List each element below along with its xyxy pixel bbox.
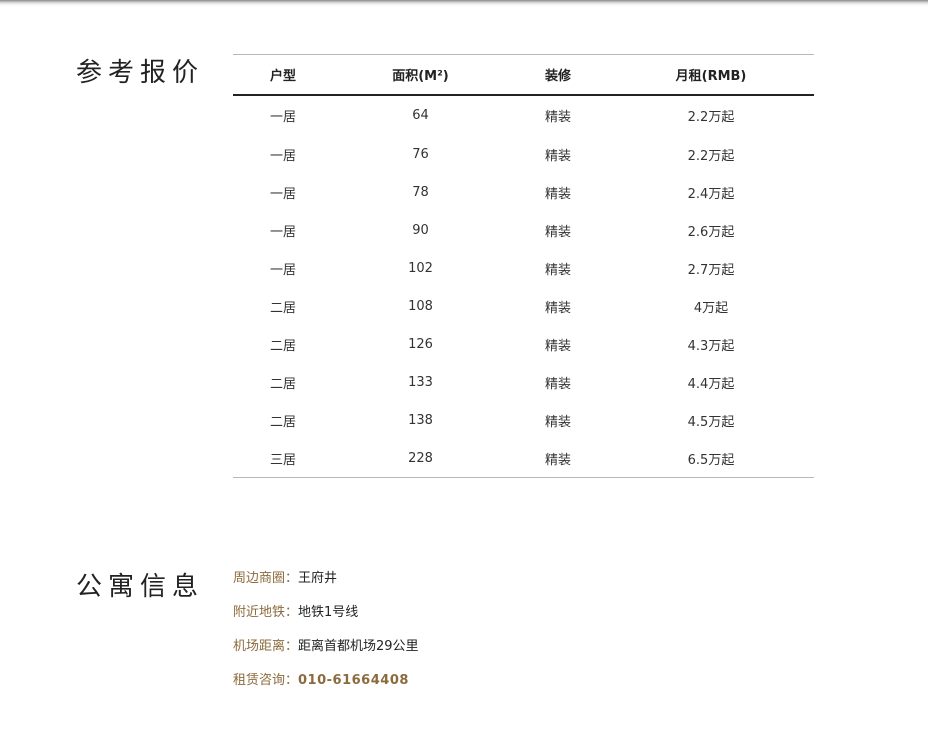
cell-rent: 6.5万起: [608, 439, 814, 478]
cell-area: 78: [412, 184, 429, 200]
table-row: 二居 108 精装 4万起: [233, 287, 814, 325]
info-value: 地铁1号线: [298, 605, 359, 620]
cell-area: 108: [408, 298, 433, 314]
cell-decoration: 精装: [544, 262, 571, 278]
cell-area: 133: [408, 374, 433, 390]
cell-type: 一居: [269, 148, 296, 164]
phone-number[interactable]: 010-61664408: [298, 673, 409, 688]
cell-rent: 2.4万起: [687, 186, 735, 202]
column-header-area: 面积(M²): [333, 54, 508, 96]
cell-decoration: 精装: [544, 300, 571, 316]
price-section-title: 参考报价: [76, 58, 205, 88]
top-shadow-divider: [0, 0, 928, 6]
cell-decoration: 精装: [544, 338, 571, 354]
info-item-business-district: 周边商圈：王府井: [233, 568, 419, 602]
info-label: 周边商圈：: [233, 571, 299, 586]
table-row: 一居 64 精装 2.2万起: [233, 95, 814, 135]
cell-rent: 4万起: [693, 300, 729, 316]
info-value: 距离首都机场29公里: [298, 639, 419, 654]
cell-type: 三居: [233, 439, 333, 478]
price-table: 户型 面积(M²) 装修 月租(RMB) 一居 64 精装 2.2万起 一居 7…: [233, 54, 814, 478]
cell-decoration: 精装: [508, 439, 608, 478]
cell-type: 一居: [269, 224, 296, 240]
cell-decoration: 精装: [544, 376, 571, 392]
info-item-airport-distance: 机场距离：距离首都机场29公里: [233, 636, 419, 670]
info-label: 租赁咨询：: [233, 673, 299, 688]
column-header-decoration: 装修: [508, 54, 608, 96]
cell-type: 二居: [269, 300, 296, 316]
cell-rent: 2.6万起: [687, 224, 735, 240]
cell-rent: 2.2万起: [687, 110, 735, 125]
column-header-rent: 月租(RMB): [608, 54, 814, 96]
info-label: 机场距离：: [233, 639, 299, 654]
cell-rent: 2.2万起: [687, 148, 735, 164]
table-row: 一居 78 精装 2.4万起: [233, 173, 814, 211]
cell-type: 一居: [269, 186, 296, 202]
cell-area: 228: [333, 439, 508, 478]
cell-decoration: 精装: [544, 224, 571, 240]
cell-type: 二居: [269, 376, 296, 392]
apartment-info-list: 周边商圈：王府井 附近地铁：地铁1号线 机场距离：距离首都机场29公里 租赁咨询…: [233, 568, 419, 704]
info-label: 附近地铁：: [233, 605, 299, 620]
cell-area: 138: [408, 412, 433, 428]
column-header-type: 户型: [233, 54, 333, 96]
table-row: 一居 76 精装 2.2万起: [233, 135, 814, 173]
cell-rent: 4.5万起: [687, 414, 735, 430]
cell-rent: 4.3万起: [687, 338, 735, 354]
cell-rent: 4.4万起: [687, 376, 735, 392]
cell-area: 64: [412, 108, 429, 123]
table-row: 一居 102 精装 2.7万起: [233, 249, 814, 287]
info-section-title: 公寓信息: [76, 572, 205, 602]
table-row: 二居 133 精装 4.4万起: [233, 363, 814, 401]
cell-decoration: 精装: [544, 186, 571, 202]
table-row: 一居 90 精装 2.6万起: [233, 211, 814, 249]
cell-type: 二居: [269, 414, 296, 430]
cell-type: 一居: [269, 110, 296, 125]
table-row: 二居 126 精装 4.3万起: [233, 325, 814, 363]
table-row: 二居 138 精装 4.5万起: [233, 401, 814, 439]
cell-area: 76: [412, 146, 429, 162]
table-row: 三居 228 精装 6.5万起: [233, 439, 814, 478]
cell-rent: 2.7万起: [687, 262, 735, 278]
info-item-subway: 附近地铁：地铁1号线: [233, 602, 419, 636]
cell-decoration: 精装: [544, 110, 571, 125]
cell-area: 126: [408, 336, 433, 352]
cell-area: 102: [408, 260, 433, 276]
cell-decoration: 精装: [544, 148, 571, 164]
cell-decoration: 精装: [544, 414, 571, 430]
cell-area: 90: [412, 222, 429, 238]
cell-type: 一居: [269, 262, 296, 278]
info-value: 王府井: [298, 571, 338, 586]
cell-type: 二居: [269, 338, 296, 354]
info-item-rental-inquiry: 租赁咨询：010-61664408: [233, 670, 419, 704]
price-table-header-row: 户型 面积(M²) 装修 月租(RMB): [233, 54, 814, 96]
